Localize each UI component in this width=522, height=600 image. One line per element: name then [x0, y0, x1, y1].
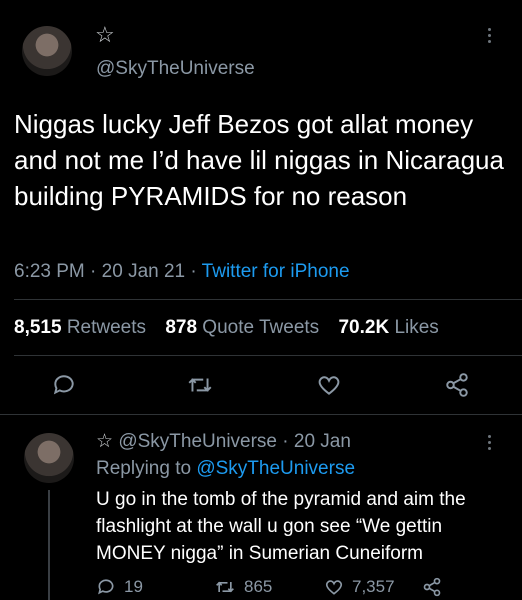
retweet-icon[interactable]: [186, 372, 214, 398]
reply-retweet-icon[interactable]: [214, 577, 236, 597]
reply-header: ☆ @SkyTheUniverse · 20 Jan: [96, 431, 351, 452]
tweet-date: 20 Jan 21: [101, 261, 186, 282]
retweets-stat[interactable]: 8,515 Retweets: [14, 317, 146, 338]
replying-to: Replying to @SkyTheUniverse: [96, 458, 356, 479]
share-icon[interactable]: [444, 372, 470, 398]
star-badge: ☆: [95, 22, 115, 47]
tweet-text: Niggas lucky Jeff Bezos got allat money …: [14, 109, 504, 211]
reply-retweets-count: 865: [244, 577, 273, 596]
reply-more-icon[interactable]: [488, 432, 491, 453]
reply-likes-count: 7,357: [352, 577, 395, 596]
reply-date: 20 Jan: [293, 431, 351, 452]
avatar[interactable]: [22, 26, 72, 76]
replying-to-handle[interactable]: @SkyTheUniverse: [196, 458, 355, 479]
like-icon[interactable]: [316, 372, 342, 398]
divider: [14, 299, 522, 300]
stats-row: 8,515 Retweets 878 Quote Tweets 70.2K Li…: [14, 317, 439, 339]
reply-handle[interactable]: @SkyTheUniverse: [118, 431, 277, 452]
reply-replies-count: 19: [124, 577, 143, 596]
reply-action-bar: 19 865 7,357: [96, 577, 442, 597]
main-handle[interactable]: @SkyTheUniverse: [96, 58, 255, 80]
thread-line: [48, 490, 50, 600]
tweet-time: 6:23 PM: [14, 261, 85, 282]
reply-like-icon[interactable]: [324, 577, 344, 597]
tweet-meta: 6:23 PM · 20 Jan 21 · Twitter for iPhone: [14, 261, 350, 282]
likes-stat[interactable]: 70.2K Likes: [338, 317, 438, 338]
reply-share-icon[interactable]: [422, 577, 442, 597]
reply-text: U go in the tomb of the pyramid and aim …: [96, 489, 466, 564]
more-icon[interactable]: [488, 25, 491, 46]
reply-reply-icon[interactable]: [96, 577, 116, 597]
quotes-stat[interactable]: 878 Quote Tweets: [165, 317, 319, 338]
divider: [0, 414, 522, 415]
reply-icon[interactable]: [51, 372, 77, 398]
tweet-source[interactable]: Twitter for iPhone: [202, 261, 350, 282]
divider: [14, 355, 522, 356]
reply-avatar[interactable]: [24, 433, 74, 483]
reply-star: ☆: [96, 431, 114, 452]
